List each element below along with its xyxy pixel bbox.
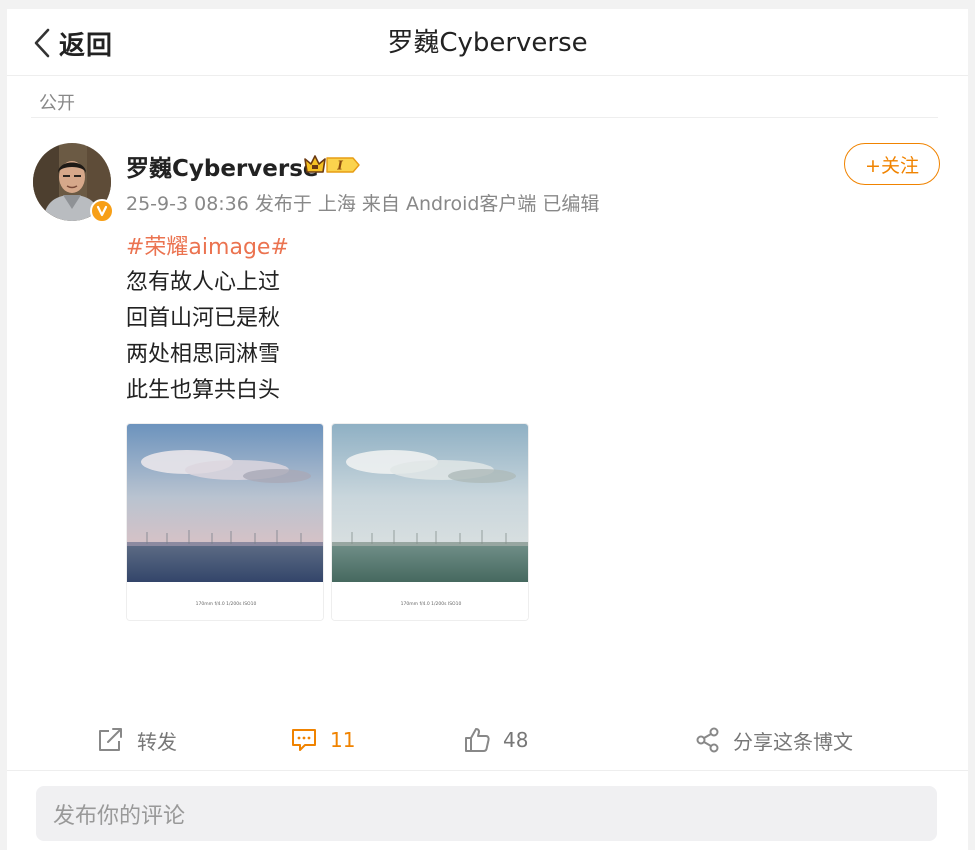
visibility-label: 公开: [39, 93, 75, 114]
action-bar: 转发 11 48 分享这条博文: [7, 709, 968, 771]
vip-crown-badge[interactable]: I: [303, 153, 361, 181]
comment-icon: [292, 729, 316, 751]
avatar[interactable]: [33, 143, 114, 223]
post-line: 两处相思同淋雪: [126, 342, 281, 367]
top-bar: 返回 罗巍Cyberverse: [7, 9, 968, 76]
svg-text:170mm f/4.0 1/200s ISO10: 170mm f/4.0 1/200s ISO10: [401, 601, 462, 607]
post-detail-card: 返回 罗巍Cyberverse 公开 罗巍Cyberverse I 25-9-3…: [7, 9, 968, 850]
author-name[interactable]: 罗巍Cyberverse: [126, 149, 319, 183]
svg-text:170mm f/4.0 1/200s ISO10: 170mm f/4.0 1/200s ISO10: [196, 601, 257, 607]
post-meta: 25-9-3 08:36 发布于 上海 来自 Android客户端 已编辑: [126, 189, 605, 216]
comment-count: 11: [330, 728, 356, 752]
like-count: 48: [503, 728, 529, 752]
post-date[interactable]: 25-9-3 08:36: [126, 193, 249, 215]
comment-placeholder: 发布你的评论: [53, 803, 186, 829]
svg-text:I: I: [336, 159, 343, 173]
share-label: 分享这条博文: [733, 729, 853, 754]
comment-input[interactable]: 发布你的评论: [36, 786, 937, 841]
post-text: 忽有故人心上过 回首山河已是秋 两处相思同淋雪 此生也算共白头: [126, 265, 280, 409]
share-button[interactable]: 分享这条博文: [695, 723, 853, 757]
repost-button[interactable]: 转发: [97, 723, 177, 757]
page-title: 罗巍Cyberverse: [387, 28, 588, 58]
post-line: 忽有故人心上过: [126, 270, 281, 295]
like-button[interactable]: 48: [463, 723, 528, 757]
share-icon: [696, 727, 719, 753]
thumbs-up-icon: [465, 728, 490, 752]
post-source: 来自 Android客户端: [361, 193, 537, 215]
post-location: 发布于 上海: [254, 193, 356, 215]
follow-button[interactable]: +关注: [844, 143, 940, 185]
divider: [31, 117, 938, 118]
edited-label[interactable]: 已编辑: [542, 193, 599, 215]
comment-button[interactable]: 11: [290, 723, 355, 757]
verified-badge-icon: [90, 199, 114, 223]
post-line: 此生也算共白头: [126, 378, 281, 403]
post-image-2[interactable]: 170mm f/4.0 1/200s ISO10: [331, 423, 529, 621]
post-line: 回首山河已是秋: [126, 306, 281, 331]
repost-label: 转发: [137, 729, 177, 754]
post-image-1[interactable]: 170mm f/4.0 1/200s ISO10: [126, 423, 324, 621]
repost-icon: [99, 728, 122, 751]
topic-link[interactable]: #荣耀aimage#: [126, 229, 289, 261]
